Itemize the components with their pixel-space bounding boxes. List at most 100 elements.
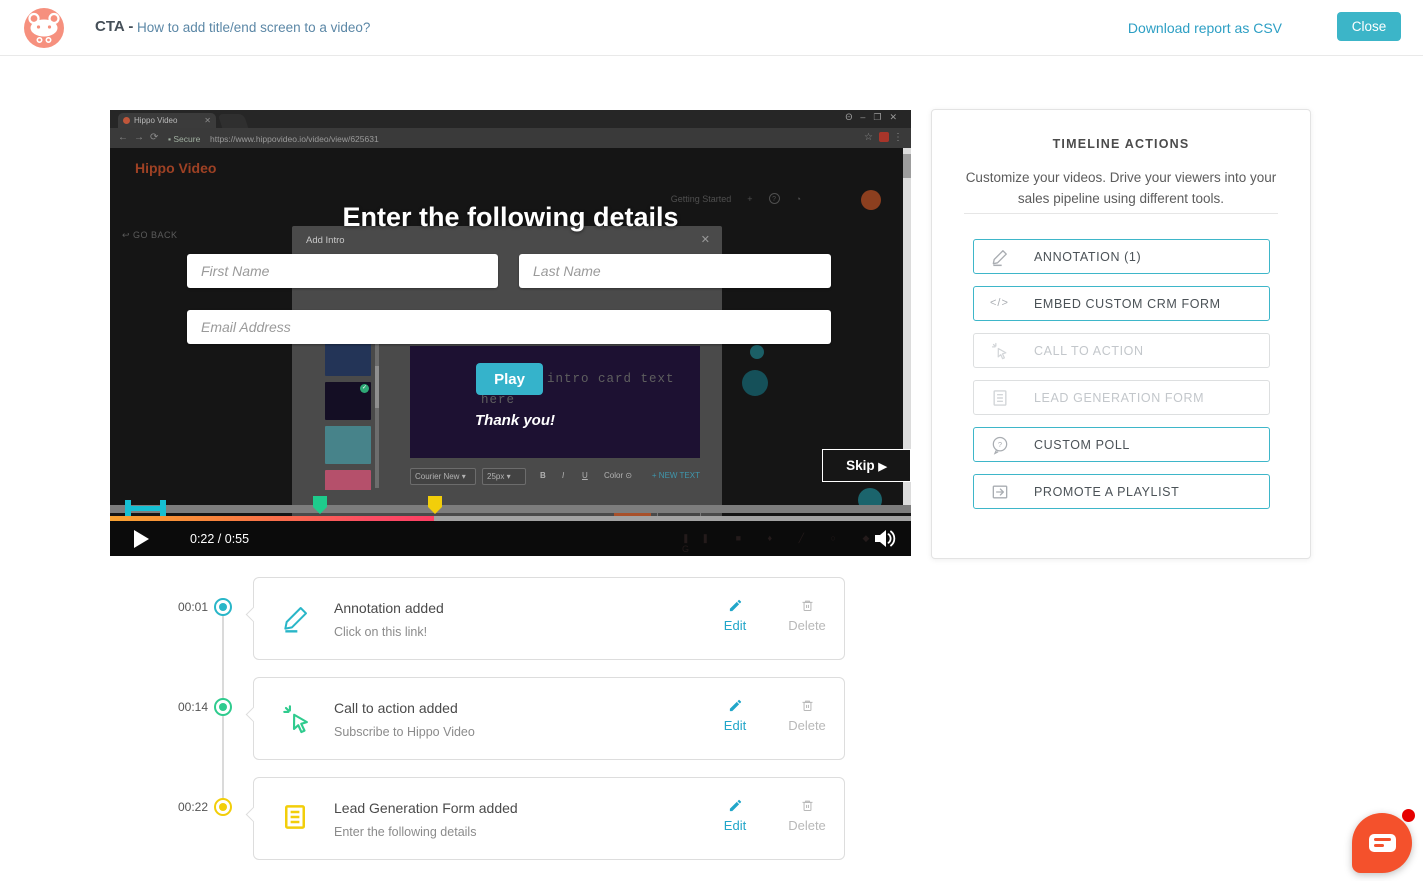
browser-tab-title: Hippo Video [134, 116, 177, 125]
event-time: 00:01 [160, 600, 208, 614]
action-call-to-action-button[interactable]: CALL TO ACTION [973, 333, 1270, 368]
card-notch [246, 707, 262, 723]
hippo-logo-icon [24, 8, 64, 48]
annotation-marker-pin[interactable] [313, 496, 327, 514]
card-notch [246, 807, 262, 823]
download-csv-link[interactable]: Download report as CSV [1128, 20, 1282, 36]
overlay-play-button[interactable]: Play [476, 363, 543, 395]
intro-card-text: intro card text [547, 372, 675, 386]
last-name-input[interactable] [519, 254, 831, 288]
video-frame: Hippo Video Getting Started + ? ◔ ↩ GO B… [110, 148, 911, 521]
chat-bubble-icon [1369, 834, 1396, 852]
menu-dots-icon: ⋮ [893, 132, 903, 143]
action-embed-crm-form-button[interactable]: </> EMBED CUSTOM CRM FORM [973, 286, 1270, 321]
intro-card-text: here [481, 393, 515, 407]
intro-thumbnail [325, 426, 371, 464]
thank-you-text: Thank you! [475, 412, 555, 429]
italic-icon: I [562, 471, 564, 480]
window-controls-icons: Θ–❐✕ [845, 112, 905, 123]
edit-button[interactable]: Edit [710, 698, 760, 733]
trash-icon [782, 798, 832, 816]
delete-button[interactable]: Delete [782, 698, 832, 733]
dialog-title: Add Intro [306, 235, 345, 246]
lead-form-title: Enter the following details [110, 202, 911, 233]
intro-thumbnail-list: ✓ [325, 338, 371, 490]
action-annotation-button[interactable]: ANNOTATION (1) [973, 239, 1270, 274]
tab-close-icon: ✕ [204, 113, 211, 128]
video-player[interactable]: Hippo Video ✕ Θ–❐✕ ← → ⟳ ▪ Secure https:… [110, 110, 911, 556]
dialog-close-icon: ✕ [701, 233, 710, 246]
first-name-input[interactable] [187, 254, 498, 288]
time-display: 0:22 / 0:55 [190, 532, 249, 546]
intro-preview [410, 346, 700, 458]
event-subtitle: Subscribe to Hippo Video [334, 725, 475, 739]
header: CTA - How to add title/end screen to a v… [0, 0, 1423, 56]
action-custom-poll-button[interactable]: ? CUSTOM POLL [973, 427, 1270, 462]
forward-icon: → [134, 132, 144, 143]
edit-pencil-icon [710, 798, 760, 816]
cursor-click-icon [280, 702, 314, 736]
timeline-actions-panel: TIMELINE ACTIONS Customize your videos. … [931, 109, 1311, 559]
close-button[interactable]: Close [1337, 12, 1401, 41]
extension-icon [879, 132, 889, 142]
card-notch [246, 607, 262, 623]
skip-button[interactable]: Skip ▶ [822, 449, 911, 482]
recorded-app-logo: Hippo Video [135, 160, 216, 176]
reload-icon: ⟳ [150, 132, 158, 143]
event-title: Annotation added [334, 600, 444, 616]
event-title: Call to action added [334, 700, 458, 716]
app-root: CTA - How to add title/end screen to a v… [0, 0, 1423, 881]
volume-icon[interactable] [873, 528, 897, 549]
video-title-link[interactable]: How to add title/end screen to a video? [137, 20, 370, 35]
video-timeline-band[interactable] [110, 505, 911, 513]
panel-description: Customize your videos. Drive your viewer… [964, 167, 1278, 209]
recorded-browser-toolbar: ← → ⟳ ▪ Secure https://www.hippovideo.io… [110, 128, 911, 148]
event-time: 00:14 [160, 700, 208, 714]
edit-pencil-icon [710, 598, 760, 616]
action-promote-playlist-button[interactable]: PROMOTE A PLAYLIST [973, 474, 1270, 509]
cursor-click-icon [990, 341, 1010, 361]
edit-button[interactable]: Edit [710, 798, 760, 833]
delete-button[interactable]: Delete [782, 598, 832, 633]
event-bullet [214, 798, 232, 816]
svg-text:?: ? [998, 440, 1002, 449]
new-tab-stub [218, 114, 249, 128]
event-bullet [214, 698, 232, 716]
play-icon[interactable] [134, 530, 149, 548]
notification-dot [1402, 809, 1415, 822]
new-text-button: + NEW TEXT [652, 471, 700, 480]
event-subtitle: Click on this link! [334, 625, 427, 639]
font-size-select: 25px ▾ [482, 468, 526, 485]
color-picker: Color ⊙ [604, 471, 632, 480]
code-icon: </> [990, 297, 1010, 317]
arrow-box-icon [990, 482, 1010, 502]
favicon-icon [123, 117, 130, 124]
bold-icon: B [540, 471, 546, 480]
event-bullet [214, 598, 232, 616]
font-select: Courier New ▾ [410, 468, 476, 485]
divider [964, 213, 1278, 214]
event-card-lead-form: Lead Generation Form added Enter the fol… [253, 777, 845, 860]
pencil-icon [280, 602, 314, 636]
bookmark-star-icon: ☆ [864, 132, 873, 143]
email-input[interactable] [187, 310, 831, 344]
recorded-float-icon [742, 370, 768, 396]
document-icon [280, 802, 314, 836]
player-control-bar: 0:22 / 0:55 ❚❚ ■ ♦ ╱ ○ ◆ G [110, 521, 911, 556]
intro-thumbnail-selected: ✓ [325, 382, 371, 420]
delete-button[interactable]: Delete [782, 798, 832, 833]
recorded-browser-tabbar: Hippo Video ✕ Θ–❐✕ [110, 110, 911, 128]
leadform-marker-pin[interactable] [428, 496, 442, 514]
range-marker-handle[interactable] [160, 500, 166, 517]
thumbnail-scrollbar [375, 338, 379, 488]
browser-tab: Hippo Video ✕ [118, 113, 216, 128]
action-lead-generation-button[interactable]: LEAD GENERATION FORM [973, 380, 1270, 415]
chat-launcher-button[interactable] [1352, 813, 1412, 873]
event-time: 00:22 [160, 800, 208, 814]
page-title: CTA - [95, 18, 133, 35]
pencil-icon [990, 247, 1010, 267]
back-icon: ← [118, 132, 128, 143]
trash-icon [782, 598, 832, 616]
edit-button[interactable]: Edit [710, 598, 760, 633]
check-icon: ✓ [360, 384, 369, 393]
